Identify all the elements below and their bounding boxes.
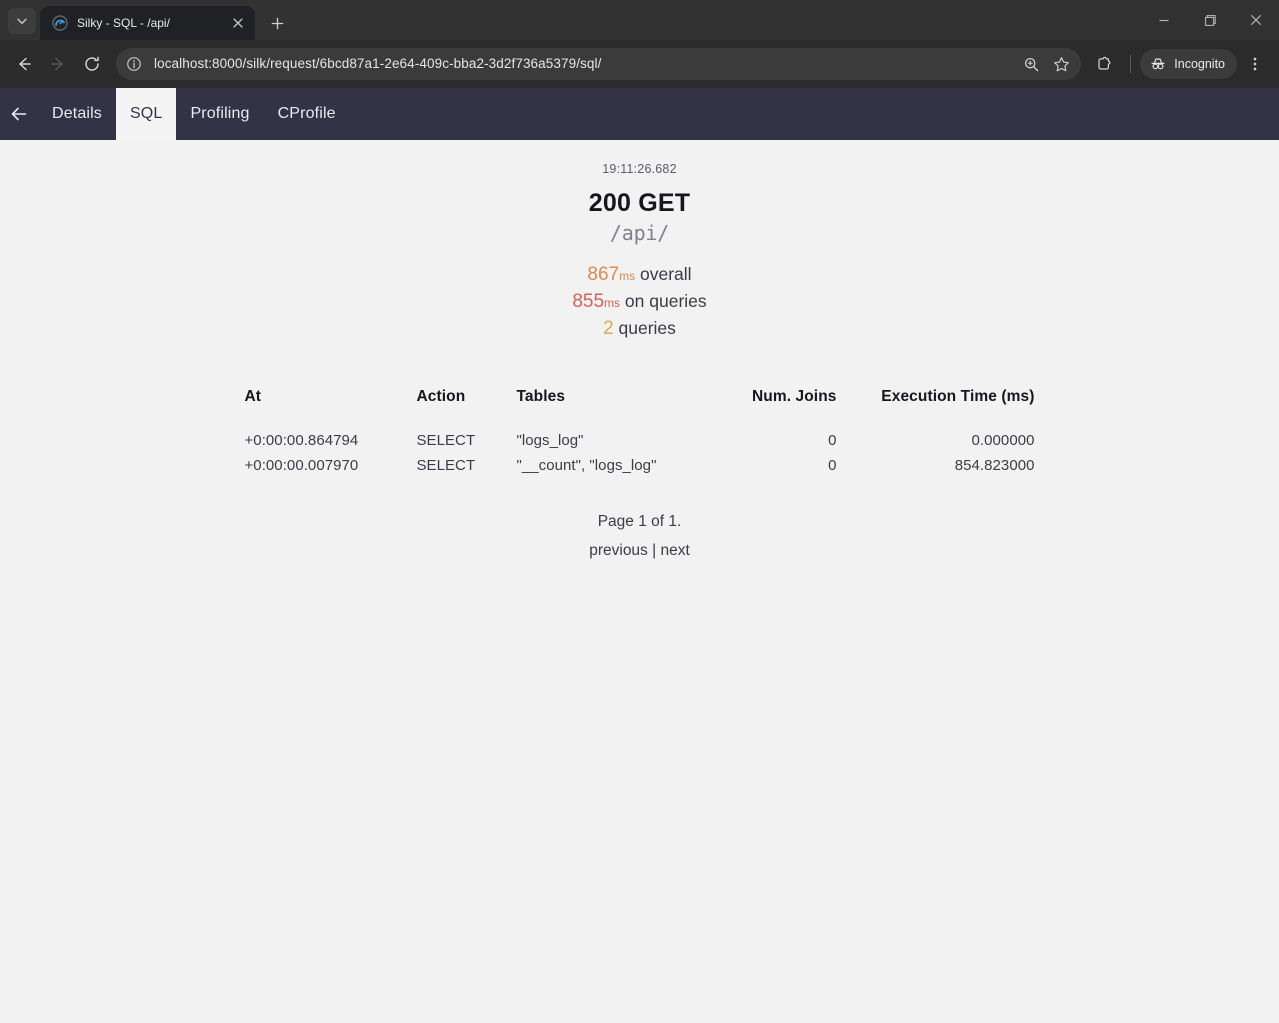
table-row[interactable]: +0:00:00.864794 SELECT "logs_log" 0 0.00… <box>245 428 1035 453</box>
column-header-action[interactable]: Action <box>417 388 517 428</box>
request-path: /api/ <box>609 220 670 245</box>
site-info-icon[interactable] <box>120 50 148 78</box>
pagination-links: previous | next <box>0 536 1279 565</box>
queries-time-unit: ms <box>604 295 621 310</box>
sql-table-body: +0:00:00.864794 SELECT "logs_log" 0 0.00… <box>245 428 1035 478</box>
table-row[interactable]: +0:00:00.007970 SELECT "__count", "logs_… <box>245 453 1035 478</box>
pagination-previous-link[interactable]: previous <box>589 542 648 559</box>
sql-table-head: At Action Tables Num. Joins Execution Ti… <box>245 388 1035 428</box>
cell-at: +0:00:00.864794 <box>244 431 359 449</box>
toolbar-divider <box>1130 55 1132 73</box>
tab-search-icon[interactable] <box>8 8 36 34</box>
cell-action: SELECT <box>416 431 476 449</box>
overall-time-label: overall <box>640 263 692 284</box>
silk-back-arrow-icon[interactable] <box>0 88 38 140</box>
minimize-icon[interactable] <box>1141 0 1187 40</box>
column-header-at[interactable]: At <box>245 388 417 428</box>
forward-button[interactable] <box>42 48 74 80</box>
cell-action: SELECT <box>416 456 476 474</box>
cell-execution-time: 0.000000 <box>971 431 1035 449</box>
back-button[interactable] <box>8 48 40 80</box>
queries-time-label: on queries <box>624 290 707 311</box>
queries-time-value: 855 <box>572 290 605 312</box>
browser-toolbar: localhost:8000/silk/request/6bcd87a1-2e6… <box>0 40 1279 88</box>
table-header-row: At Action Tables Num. Joins Execution Ti… <box>245 388 1035 428</box>
maximize-icon[interactable] <box>1187 0 1233 40</box>
browser-menu-icon[interactable] <box>1239 48 1271 80</box>
window-controls <box>1141 0 1279 40</box>
page-viewport: Details SQL Profiling CProfile 19:11:26.… <box>0 88 1279 1023</box>
summary-queries-count-row: 2 queries <box>0 316 1279 341</box>
new-tab-button[interactable] <box>263 9 291 37</box>
main-content: 19:11:26.682 200 GET /api/ 867ms overall… <box>0 140 1279 565</box>
sql-table: At Action Tables Num. Joins Execution Ti… <box>245 388 1035 478</box>
incognito-icon <box>1151 58 1165 70</box>
cell-joins: 0 <box>828 456 837 474</box>
close-icon[interactable] <box>229 14 247 32</box>
silk-tab-details[interactable]: Details <box>38 88 116 140</box>
silk-nav-bar: Details SQL Profiling CProfile <box>0 88 1279 140</box>
summary-queries-time-row: 855ms on queries <box>0 289 1279 316</box>
reload-button[interactable] <box>76 48 108 80</box>
summary-overall-row: 867ms overall <box>0 262 1279 289</box>
request-timestamp: 19:11:26.682 <box>602 162 677 176</box>
pagination-info: Page 1 of 1. <box>597 512 682 530</box>
browser-tab-strip: Silky - SQL - /api/ <box>0 0 1279 40</box>
queries-count-value: 2 <box>603 317 614 339</box>
silk-tab-profiling[interactable]: Profiling <box>176 88 263 140</box>
incognito-indicator[interactable]: Incognito <box>1140 49 1237 79</box>
column-header-execution-time[interactable]: Execution Time (ms) <box>837 388 1035 428</box>
browser-tab-title: Silky - SQL - /api/ <box>77 16 170 30</box>
address-bar-actions <box>1017 50 1075 78</box>
pagination-next-link[interactable]: next <box>660 542 689 559</box>
silk-tab-sql[interactable]: SQL <box>115 88 177 140</box>
pagination: Page 1 of 1. previous | next <box>0 507 1279 565</box>
overall-time-unit: ms <box>619 268 636 283</box>
incognito-label: Incognito <box>1174 57 1225 71</box>
extensions-icon[interactable] <box>1089 48 1121 80</box>
window-close-icon[interactable] <box>1233 0 1279 40</box>
overall-time-value: 867 <box>587 263 620 285</box>
zoom-icon[interactable] <box>1017 50 1045 78</box>
cell-tables: "__count", "logs_log" <box>516 456 657 474</box>
column-header-joins[interactable]: Num. Joins <box>727 388 837 428</box>
cell-execution-time: 854.823000 <box>954 456 1035 474</box>
bookmark-star-icon[interactable] <box>1047 50 1075 78</box>
sql-table-container: At Action Tables Num. Joins Execution Ti… <box>0 388 1279 478</box>
queries-count-label: queries <box>618 317 676 338</box>
browser-tab[interactable]: Silky - SQL - /api/ <box>40 6 255 40</box>
address-bar-url[interactable]: localhost:8000/silk/request/6bcd87a1-2e6… <box>148 48 1017 80</box>
request-status: 200 GET <box>588 189 691 217</box>
cell-at: +0:00:00.007970 <box>244 456 359 474</box>
pagination-separator: | <box>652 541 657 559</box>
cell-tables: "logs_log" <box>516 431 584 449</box>
address-bar[interactable]: localhost:8000/silk/request/6bcd87a1-2e6… <box>116 48 1082 80</box>
request-summary: 867ms overall 855ms on queries 2 queries <box>0 262 1279 341</box>
column-header-tables[interactable]: Tables <box>517 388 727 428</box>
silk-gauge-icon <box>52 15 68 31</box>
browser-window: Silky - SQL - /api/ localhost:8000/silk/… <box>0 0 1279 1023</box>
silk-tab-cprofile[interactable]: CProfile <box>264 88 350 140</box>
cell-joins: 0 <box>828 431 837 449</box>
